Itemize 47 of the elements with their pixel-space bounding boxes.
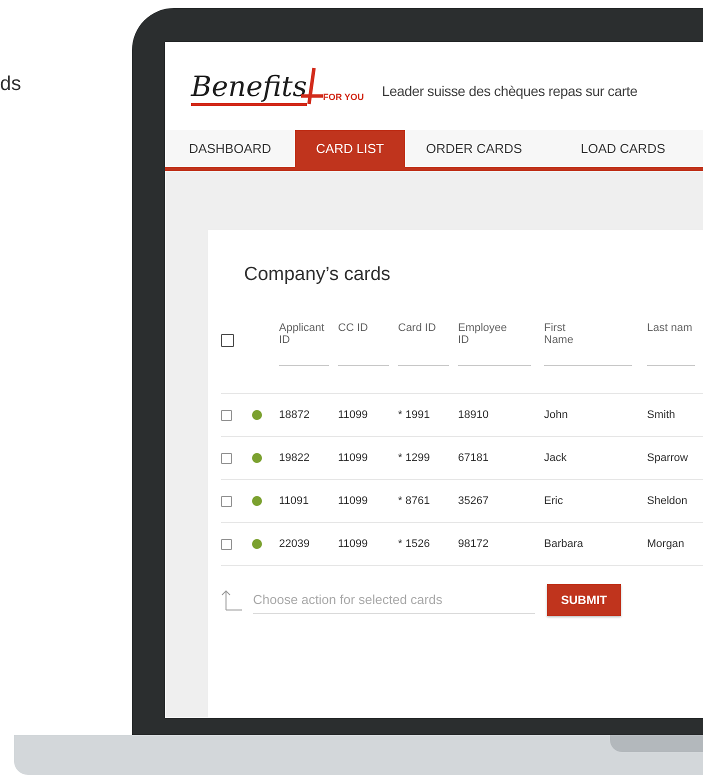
column-header[interactable]: Employee ID <box>458 323 508 359</box>
table-cell-text: * 1991 <box>398 409 431 421</box>
action-field[interactable]: Choose action for selected cards <box>253 586 535 614</box>
submit-button[interactable]: SUBMIT <box>547 584 621 616</box>
heading-fragment: ds <box>0 73 22 96</box>
panel-title: Company’s cards <box>244 264 392 287</box>
table-cell-text: 22039 <box>279 538 311 550</box>
logo-suffix: FOR YOU <box>323 92 364 102</box>
tagline: Leader suisse des chèques repas sur carte <box>382 83 638 99</box>
column-header[interactable]: First Name <box>544 323 594 359</box>
logo-wordmark: Benefits <box>191 73 308 106</box>
table-cell-text: John <box>544 409 569 421</box>
table-cell-text: 11099 <box>338 452 369 464</box>
table-cell-text: 67181 <box>458 452 490 464</box>
row-checkbox[interactable] <box>221 410 232 420</box>
table-cell-text: 18872 <box>279 409 311 421</box>
row-checkbox[interactable] <box>221 538 232 550</box>
table-cell-text: * 1526 <box>398 538 431 550</box>
column-header[interactable]: Card ID <box>398 323 448 359</box>
column-header[interactable]: CC ID <box>338 323 388 359</box>
table-cell-text: Sheldon <box>647 495 688 507</box>
column-header[interactable]: Applicant ID <box>279 323 329 359</box>
table-cell-text: 11091 <box>279 495 310 507</box>
table-cell-text: 18910 <box>458 409 490 421</box>
column-header[interactable]: Last nam <box>647 323 697 359</box>
table-cell-text: Eric <box>544 495 564 507</box>
table-cell-text: 11099 <box>338 495 369 507</box>
table-cell-text: 35267 <box>458 495 490 507</box>
table-cell-text: 11099 <box>338 409 369 421</box>
table-cell-text: Smith <box>647 409 676 421</box>
table-cell-text: Jack <box>544 452 568 464</box>
table-cell-text: 11099 <box>338 538 369 550</box>
nav-tab[interactable]: LOAD CARDS <box>543 130 703 167</box>
nav-tab[interactable]: CARD LIST <box>295 130 405 167</box>
table-cell-text: Sparrow <box>647 452 689 464</box>
table-cell-text: 19822 <box>279 452 311 464</box>
row-checkbox[interactable] <box>221 452 232 464</box>
nav-tab[interactable]: DASHBOARD <box>165 130 295 167</box>
nav-tab[interactable]: ORDER CARDS <box>405 130 543 167</box>
table-cell-text: * 1299 <box>398 452 431 464</box>
table-cell-text: Morgan <box>647 538 686 550</box>
arrow-icon <box>221 589 243 611</box>
table-cell-text: 98172 <box>458 538 490 550</box>
select-all-checkbox[interactable] <box>221 334 234 347</box>
row-checkbox[interactable] <box>221 496 232 506</box>
table-cell-text: Barbara <box>544 538 584 550</box>
table-cell-text: * 8761 <box>398 495 431 507</box>
